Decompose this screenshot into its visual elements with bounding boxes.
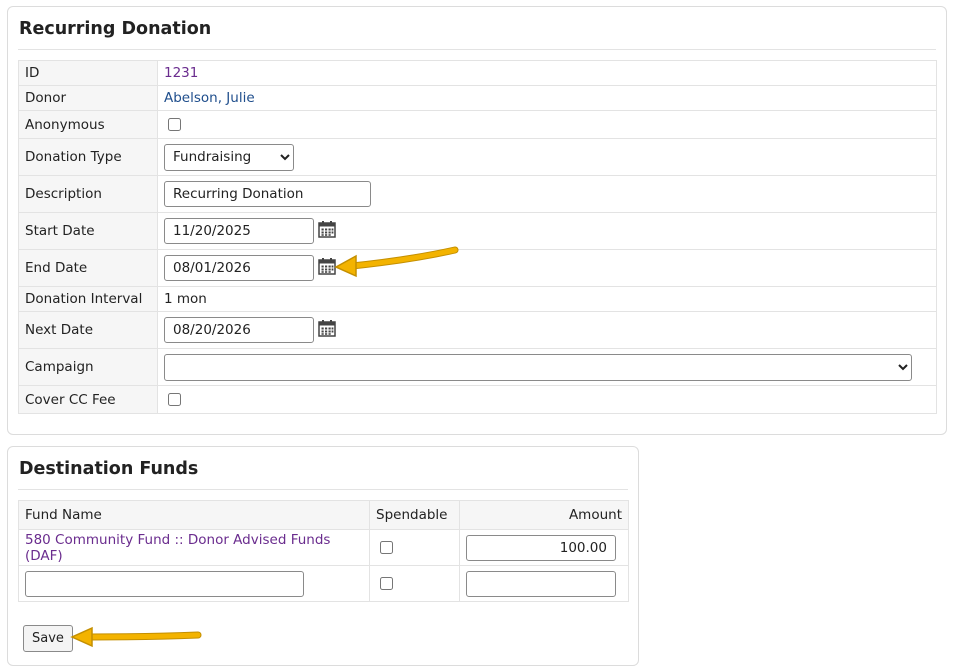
end-date-label: End Date [18,249,158,287]
donor-link[interactable]: Abelson, Julie [164,90,255,106]
next-date-input[interactable] [164,317,314,343]
cover-cc-fee-label: Cover CC Fee [18,385,158,414]
divider [18,489,628,490]
donation-interval-value: 1 mon [157,286,937,312]
anonymous-checkbox[interactable] [168,118,181,131]
description-input[interactable] [164,181,371,207]
calendar-icon[interactable] [318,319,336,341]
id-link[interactable]: 1231 [164,65,198,81]
donation-type-label: Donation Type [18,138,158,176]
anonymous-label: Anonymous [18,110,158,139]
start-date-input[interactable] [164,218,314,244]
column-header-amount: Amount [459,500,629,530]
column-header-fund-name: Fund Name [18,500,370,530]
next-date-label: Next Date [18,311,158,349]
amount-input[interactable] [466,534,616,561]
recurring-donation-panel: Recurring Donation ID 1231 Donor Abelson… [7,6,947,435]
campaign-label: Campaign [18,348,158,386]
table-row [18,565,629,602]
destination-funds-table: Fund Name Spendable Amount 580 Community… [18,500,629,602]
start-date-label: Start Date [18,212,158,250]
calendar-icon[interactable] [318,220,336,242]
column-header-spendable: Spendable [369,500,460,530]
arrow-annotation-icon [334,246,459,278]
fund-name-input[interactable] [25,570,304,597]
id-label: ID [18,60,158,86]
panel-title: Recurring Donation [19,19,212,39]
recurring-donation-form: ID 1231 Donor Abelson, Julie Anonymous D… [18,60,937,414]
save-button[interactable]: Save [23,625,73,652]
panel-title: Destination Funds [19,459,199,479]
donation-interval-label: Donation Interval [18,286,158,312]
spendable-checkbox[interactable] [380,577,393,590]
end-date-input[interactable] [164,255,314,281]
amount-input[interactable] [466,570,616,597]
fund-name-link[interactable]: 580 Community Fund :: Donor Advised Fund… [25,532,330,564]
arrow-annotation-icon [70,626,202,648]
description-label: Description [18,175,158,213]
campaign-select[interactable] [164,353,912,381]
table-row: 580 Community Fund :: Donor Advised Fund… [18,529,629,566]
spendable-checkbox[interactable] [380,541,393,554]
cover-cc-fee-checkbox[interactable] [168,393,181,406]
divider [18,49,936,50]
donor-label: Donor [18,85,158,111]
donation-type-select[interactable]: Fundraising [164,143,294,171]
